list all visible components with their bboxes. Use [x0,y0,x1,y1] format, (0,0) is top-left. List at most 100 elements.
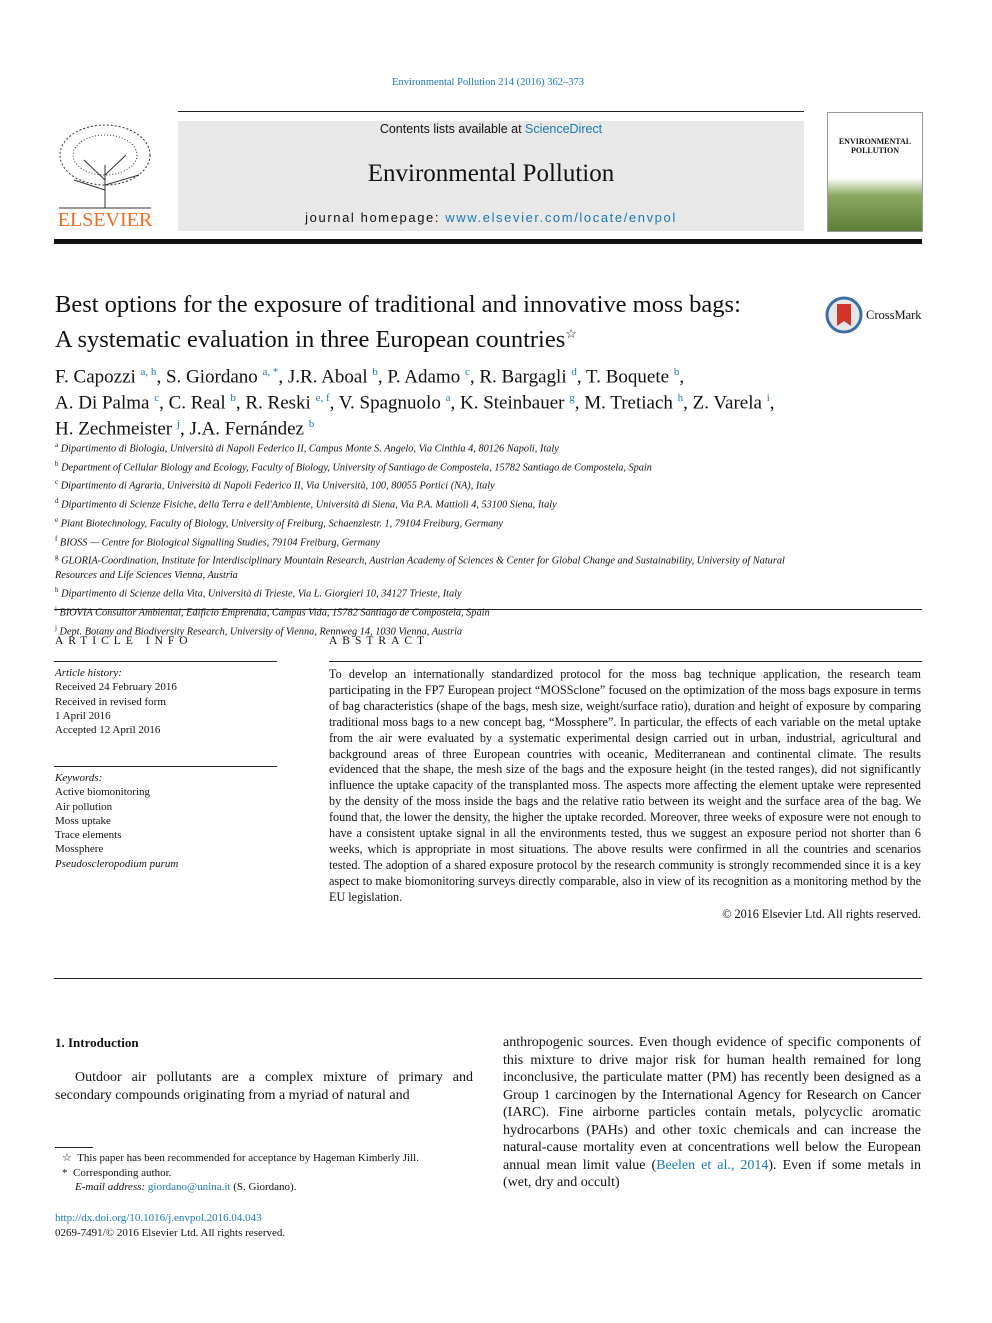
affiliation: g GLORIA-Coordination, Institute for Int… [55,550,815,583]
author-separator: , [769,392,775,414]
author-separator: , [574,392,585,414]
author[interactable]: R. Bargagli [479,366,566,387]
doi-link[interactable]: http://dx.doi.org/10.1016/j.envpol.2016.… [55,1212,262,1224]
keyword: Pseudoscleropodium purum [55,857,179,870]
affiliation: e Plant Biotechnology, Faculty of Biolog… [55,513,815,532]
title-line-1: Best options for the exposure of traditi… [55,291,741,318]
author-separator: , [329,392,339,414]
author-affiliation-mark[interactable]: b [309,418,315,430]
contents-line: Contents lists available at ScienceDirec… [178,121,804,136]
author-separator: , [683,392,693,414]
divider [54,609,922,610]
introduction-heading: 1. Introduction [55,1035,139,1050]
history-label: Article history: [55,667,122,679]
crossmark-icon [825,296,863,334]
author-separator: , [377,366,388,388]
footnote-star: ☆ This paper has been recommended for ac… [55,1151,485,1166]
author[interactable]: T. Boquete [586,366,669,387]
divider [54,766,277,767]
affiliation: d Dipartimento di Scienze Fisiche, della… [55,494,815,513]
star-mark: ☆ [62,1152,72,1164]
journal-cover-image[interactable]: ENVIRONMENTAL POLLUTION [827,112,923,232]
history-item: Received in revised form [55,695,166,708]
author[interactable]: K. Steinbauer [460,392,564,413]
intro-paragraph-right: anthropogenic sources. Even though evide… [503,1034,921,1192]
citation-link[interactable]: Environmental Pollution 214 (2016) 362–3… [392,77,584,88]
affiliation: b Department of Cellular Biology and Eco… [55,457,815,476]
author[interactable]: V. Spagnuolo [339,392,441,413]
affiliation: h Dipartimento di Scienze della Vita, Un… [55,583,815,602]
affiliation: f BIOSS — Centre for Biological Signalli… [55,532,815,551]
crossmark-label: CrossMark [866,308,922,322]
keyword: Air pollution [55,800,113,813]
affiliation: c Dipartimento di Agraria, Università di… [55,475,815,494]
divider [329,661,922,662]
author[interactable]: P. Adamo [387,366,460,387]
article-info-heading: ARTICLE INFO [55,635,193,647]
keywords-label: Keywords: [55,772,103,784]
footnote-email: E-mail address: giordano@unina.it (S. Gi… [55,1180,485,1195]
author[interactable]: J.A. Fernández [189,418,304,439]
author[interactable]: M. Tretiach [584,392,673,413]
email-name: (S. Giordano). [230,1181,297,1193]
affiliation-text: Dipartimento di Agraria, Università di N… [60,480,495,492]
crossmark-button[interactable]: CrossMark [825,296,925,336]
header-thick-rule [54,239,922,244]
citation-link-beelen[interactable]: Beelen et al., 2014 [656,1158,768,1173]
author[interactable]: H. Zechmeister [55,418,172,439]
affiliation-text: BIOSS — Centre for Biological Signalling… [59,537,380,549]
keyword: Trace elements [55,829,122,842]
author-separator: , [179,417,190,439]
sciencedirect-link[interactable]: ScienceDirect [525,122,602,136]
keyword: Mossphere [55,843,104,856]
elsevier-logo[interactable]: ELSEVIER [54,120,156,232]
author-separator: , [156,366,166,388]
affiliation-key: c [55,478,59,487]
author[interactable]: A. Di Palma [55,392,149,413]
author-affiliation-mark[interactable]: a, h [141,366,157,378]
homepage-prefix: journal homepage: [305,210,446,225]
divider [54,978,922,979]
tree-icon [59,124,151,209]
cover-title: ENVIRONMENTAL POLLUTION [838,137,912,155]
author[interactable]: Z. Varela [693,392,762,413]
affiliation-text: Plant Biotechnology, Faculty of Biology,… [60,518,503,530]
email-link[interactable]: giordano@unina.it [148,1181,231,1193]
author[interactable]: S. Giordano [166,366,258,387]
abstract: To develop an internationally standardiz… [329,667,921,923]
author-separator: , [576,366,587,388]
author[interactable]: C. Real [169,392,226,413]
star-text: This paper has been recommended for acce… [77,1152,419,1164]
title-footnote-mark[interactable]: ☆ [565,326,577,341]
affiliation-key: f [55,534,58,543]
email-label: E-mail address: [75,1181,148,1193]
author-list: F. Capozzi a, h, S. Giordano a, *, J.R. … [55,362,815,439]
author-affiliation-mark[interactable]: a, * [263,366,279,378]
keywords: Keywords: Active biomonitoring Air polluti… [55,771,178,871]
affiliation-key: e [55,515,59,524]
keyword: Active biomonitoring [55,786,151,799]
author[interactable]: J.R. Aboal [288,366,368,387]
author[interactable]: R. Reski [245,392,310,413]
author-separator: , [159,392,169,414]
footnote-rule [55,1147,93,1148]
author[interactable]: F. Capozzi [55,366,136,387]
keyword: Moss uptake [55,814,111,827]
journal-title: Environmental Pollution [367,160,615,187]
elsevier-wordmark: ELSEVIER [57,209,153,231]
author-separator: , [278,366,288,388]
affiliation: a Dipartimento di Biologia, Università d… [55,438,815,457]
affiliation-key: h [55,586,59,595]
abstract-heading: ABSTRACT [329,635,430,647]
affiliation-key: j [55,623,57,632]
journal-banner: Contents lists available at ScienceDirec… [178,121,804,231]
author-affiliation-mark[interactable]: e, f [316,392,330,404]
corr-mark: * [62,1166,68,1179]
homepage-link[interactable]: www.elsevier.com/locate/envpol [445,210,677,225]
affiliation-text: Dipartimento di Scienze Fisiche, della T… [61,499,557,511]
intro-paragraph-left: Outdoor air pollutants are a complex mix… [55,1070,473,1103]
footnotes: ☆ This paper has been recommended for ac… [55,1151,485,1195]
affiliation-text: Dipartimento di Biologia, Università di … [60,443,559,455]
journal-citation[interactable]: Environmental Pollution 214 (2016) 362–3… [0,77,976,88]
contents-prefix: Contents lists available at [379,122,526,136]
